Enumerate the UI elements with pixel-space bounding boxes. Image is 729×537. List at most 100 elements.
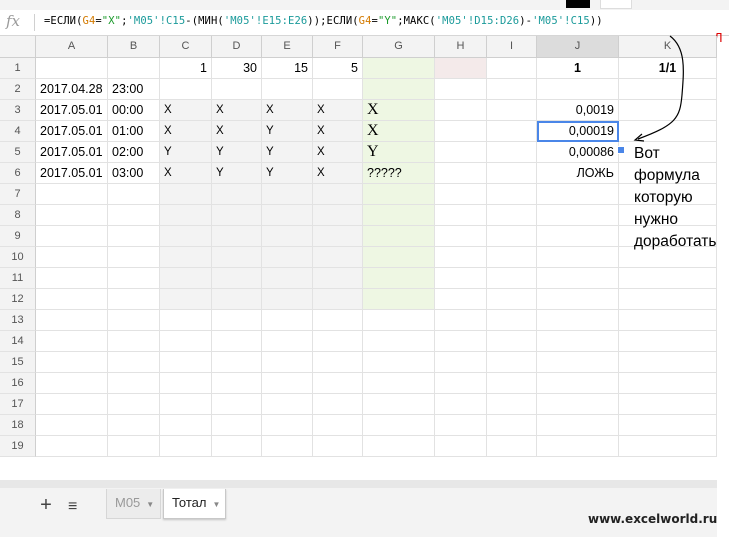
cell-a7[interactable]: [36, 184, 108, 205]
cell-j17[interactable]: [537, 394, 619, 415]
toolbar-fill-swatch[interactable]: [600, 0, 632, 9]
cell-d9[interactable]: [212, 226, 262, 247]
cell-b4[interactable]: 01:00: [108, 121, 160, 142]
cell-f13[interactable]: [313, 310, 363, 331]
cell-a16[interactable]: [36, 373, 108, 394]
cell-g6[interactable]: ?????: [363, 163, 435, 184]
cell-c9[interactable]: [160, 226, 212, 247]
formula-bar[interactable]: fx =ЕСЛИ(G4="X";'M05'!C15-(МИН('M05'!E15…: [0, 10, 729, 36]
cell-f2[interactable]: [313, 79, 363, 100]
cell-a1[interactable]: [36, 58, 108, 79]
row-header[interactable]: 2: [0, 79, 36, 100]
cell-f6[interactable]: X: [313, 163, 363, 184]
cell-d11[interactable]: [212, 268, 262, 289]
column-header-b[interactable]: B: [108, 36, 160, 58]
cell-e18[interactable]: [262, 415, 313, 436]
cell-k11[interactable]: [619, 268, 717, 289]
cell-b14[interactable]: [108, 331, 160, 352]
cell-h13[interactable]: [435, 310, 487, 331]
cell-h7[interactable]: [435, 184, 487, 205]
cell-b3[interactable]: 00:00: [108, 100, 160, 121]
all-sheets-button[interactable]: ≡: [68, 496, 77, 518]
column-header-c[interactable]: C: [160, 36, 212, 58]
cell-e6[interactable]: Y: [262, 163, 313, 184]
cell-e11[interactable]: [262, 268, 313, 289]
cell-b8[interactable]: [108, 205, 160, 226]
cell-a12[interactable]: [36, 289, 108, 310]
cell-j19[interactable]: [537, 436, 619, 457]
cell-j8[interactable]: [537, 205, 619, 226]
column-header-k[interactable]: K: [619, 36, 717, 58]
column-header-g[interactable]: G: [363, 36, 435, 58]
row-header[interactable]: 12: [0, 289, 36, 310]
cell-k2[interactable]: [619, 79, 717, 100]
formula-input[interactable]: =ЕСЛИ(G4="X";'M05'!C15-(МИН('M05'!E15:E2…: [44, 15, 603, 27]
column-header-e[interactable]: E: [262, 36, 313, 58]
cell-i10[interactable]: [487, 247, 537, 268]
cell-c8[interactable]: [160, 205, 212, 226]
cell-i14[interactable]: [487, 331, 537, 352]
cell-g17[interactable]: [363, 394, 435, 415]
cell-k16[interactable]: [619, 373, 717, 394]
cell-b12[interactable]: [108, 289, 160, 310]
cell-j5[interactable]: 0,00086: [537, 142, 619, 163]
cell-j15[interactable]: [537, 352, 619, 373]
cell-b15[interactable]: [108, 352, 160, 373]
cell-a8[interactable]: [36, 205, 108, 226]
cell-i7[interactable]: [487, 184, 537, 205]
row-header[interactable]: 16: [0, 373, 36, 394]
cell-a9[interactable]: [36, 226, 108, 247]
select-all-corner[interactable]: [0, 36, 36, 58]
cell-k1[interactable]: 1/1: [619, 58, 717, 79]
cell-e16[interactable]: [262, 373, 313, 394]
row-header[interactable]: 7: [0, 184, 36, 205]
cell-e13[interactable]: [262, 310, 313, 331]
cell-j2[interactable]: [537, 79, 619, 100]
cell-b13[interactable]: [108, 310, 160, 331]
cell-k3[interactable]: [619, 100, 717, 121]
column-header-i[interactable]: I: [487, 36, 537, 58]
column-header-h[interactable]: H: [435, 36, 487, 58]
cell-e10[interactable]: [262, 247, 313, 268]
cell-j7[interactable]: [537, 184, 619, 205]
cell-c10[interactable]: [160, 247, 212, 268]
cell-g13[interactable]: [363, 310, 435, 331]
cell-k14[interactable]: [619, 331, 717, 352]
cell-k17[interactable]: [619, 394, 717, 415]
cell-j3[interactable]: 0,0019: [537, 100, 619, 121]
row-header[interactable]: 6: [0, 163, 36, 184]
cell-k18[interactable]: [619, 415, 717, 436]
cell-f18[interactable]: [313, 415, 363, 436]
cell-e15[interactable]: [262, 352, 313, 373]
cell-j18[interactable]: [537, 415, 619, 436]
row-header[interactable]: 18: [0, 415, 36, 436]
cell-b7[interactable]: [108, 184, 160, 205]
cell-i19[interactable]: [487, 436, 537, 457]
cell-f4[interactable]: X: [313, 121, 363, 142]
cell-f3[interactable]: X: [313, 100, 363, 121]
cell-d13[interactable]: [212, 310, 262, 331]
cell-i17[interactable]: [487, 394, 537, 415]
cell-g19[interactable]: [363, 436, 435, 457]
cell-c11[interactable]: [160, 268, 212, 289]
cell-g11[interactable]: [363, 268, 435, 289]
cell-h10[interactable]: [435, 247, 487, 268]
cell-i1[interactable]: [487, 58, 537, 79]
cell-g2[interactable]: [363, 79, 435, 100]
cell-b2[interactable]: 23:00: [108, 79, 160, 100]
cell-d17[interactable]: [212, 394, 262, 415]
cell-e4[interactable]: Y: [262, 121, 313, 142]
cell-i9[interactable]: [487, 226, 537, 247]
row-header[interactable]: 11: [0, 268, 36, 289]
cell-e17[interactable]: [262, 394, 313, 415]
cell-d8[interactable]: [212, 205, 262, 226]
cell-e5[interactable]: Y: [262, 142, 313, 163]
cell-h17[interactable]: [435, 394, 487, 415]
row-header[interactable]: 8: [0, 205, 36, 226]
row-header[interactable]: 9: [0, 226, 36, 247]
cell-d7[interactable]: [212, 184, 262, 205]
cell-c13[interactable]: [160, 310, 212, 331]
cell-f10[interactable]: [313, 247, 363, 268]
row-header[interactable]: 5: [0, 142, 36, 163]
cell-d12[interactable]: [212, 289, 262, 310]
